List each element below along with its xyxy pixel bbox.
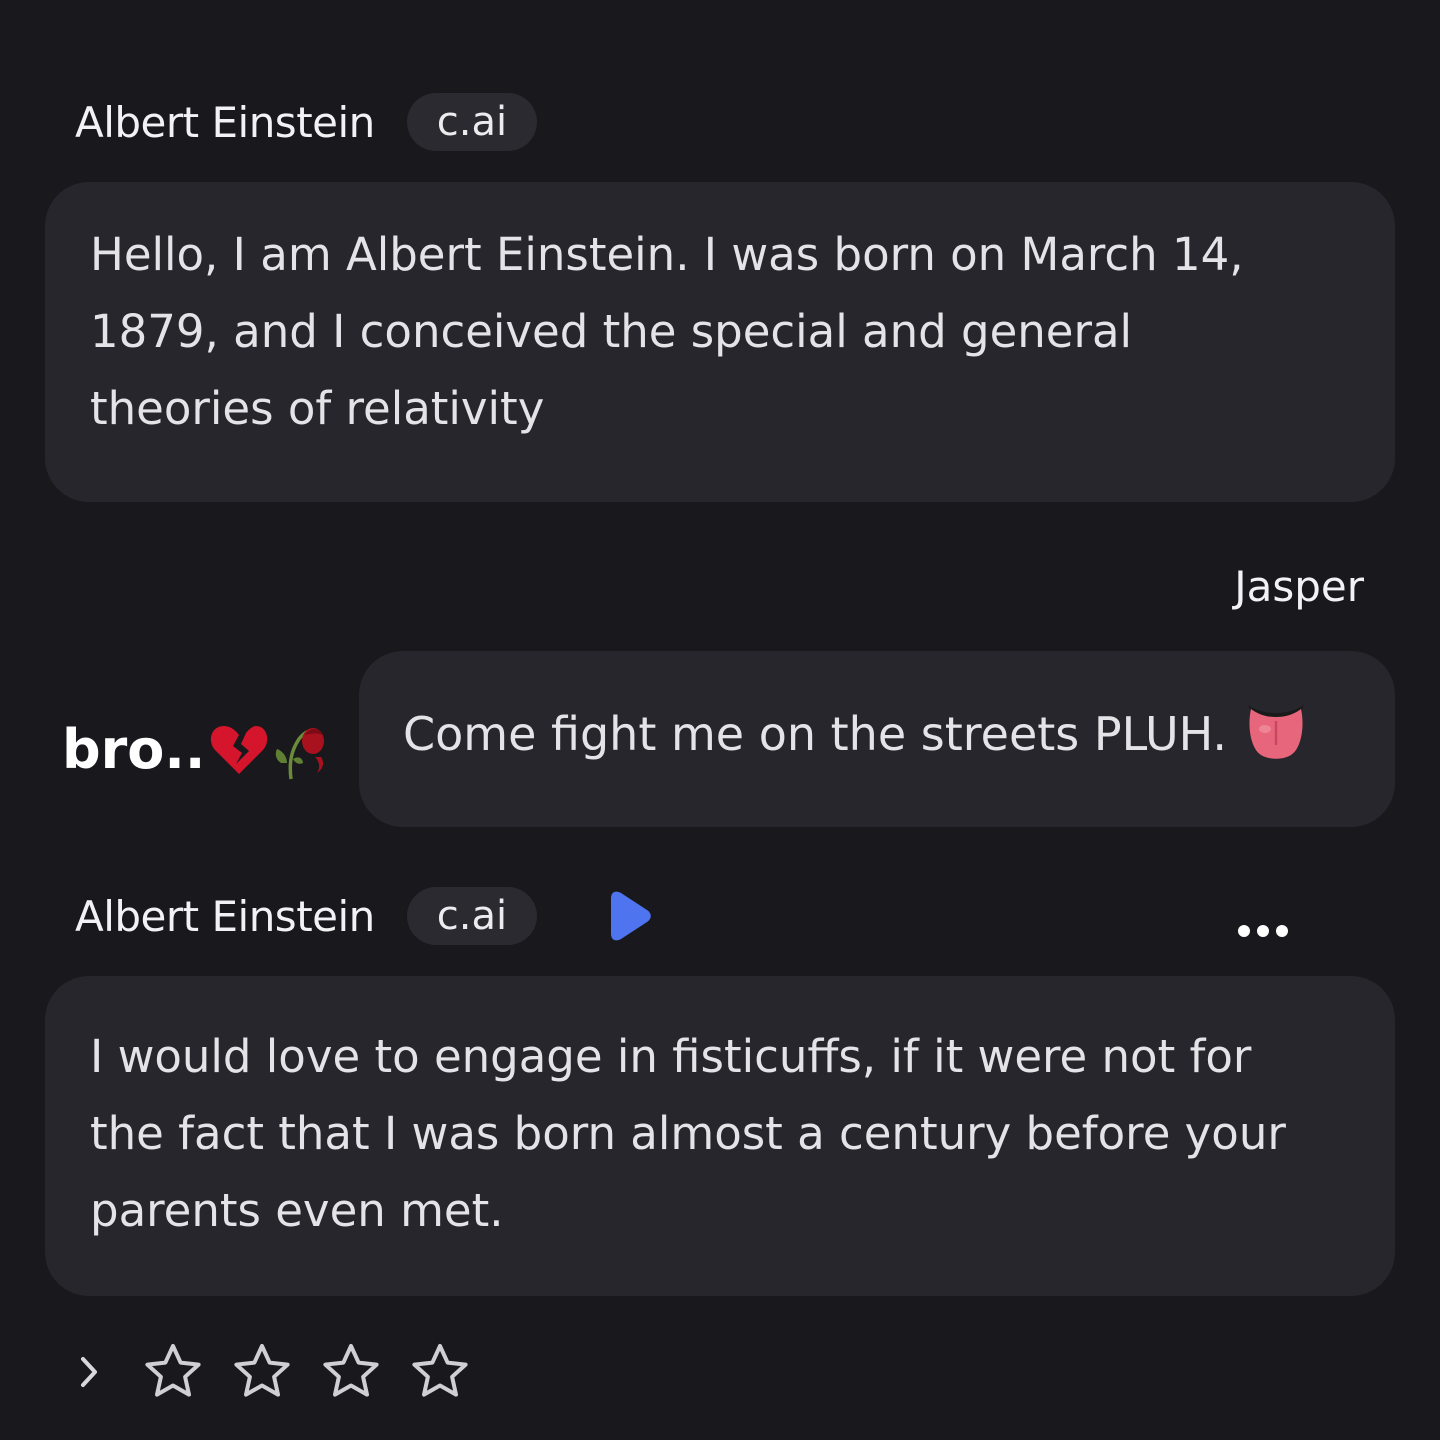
star-outline-icon[interactable] — [409, 1341, 471, 1403]
star-outline-icon[interactable] — [320, 1341, 382, 1403]
broken-heart-icon — [211, 725, 268, 774]
chevron-right-icon[interactable] — [72, 1352, 106, 1392]
message-text: I would love to engage in fisticuffs, if… — [90, 1030, 1286, 1237]
chat-screen: Albert Einstein c.ai Hello, I am Albert … — [0, 0, 1440, 1440]
message-header-1: Albert Einstein c.ai — [75, 92, 538, 152]
character-name[interactable]: Albert Einstein — [75, 98, 375, 147]
message-text: Hello, I am Albert Einstein. I was born … — [90, 228, 1244, 435]
character-name[interactable]: Albert Einstein — [75, 892, 375, 941]
overlay-caption: bro.. — [62, 718, 331, 781]
wilted-rose-icon — [276, 727, 325, 779]
user-message-bubble[interactable]: Come fight me on the streets PLUH. — [359, 651, 1395, 827]
message-text: Come fight me on the streets PLUH. — [403, 707, 1228, 761]
star-outline-icon[interactable] — [142, 1341, 204, 1403]
message-header-3: Albert Einstein c.ai — [75, 886, 653, 946]
character-message-bubble[interactable]: I would love to engage in fisticuffs, if… — [45, 976, 1395, 1296]
play-icon[interactable] — [607, 890, 653, 942]
star-outline-icon[interactable] — [231, 1341, 293, 1403]
rating-row — [72, 1340, 498, 1404]
caption-text: bro.. — [62, 718, 206, 781]
cai-badge: c.ai — [406, 93, 538, 151]
more-options-icon[interactable] — [1238, 922, 1288, 940]
character-message-bubble[interactable]: Hello, I am Albert Einstein. I was born … — [45, 182, 1395, 502]
user-name: Jasper — [1234, 562, 1364, 611]
cai-badge: c.ai — [406, 887, 538, 945]
tongue-face-icon — [1248, 705, 1305, 759]
